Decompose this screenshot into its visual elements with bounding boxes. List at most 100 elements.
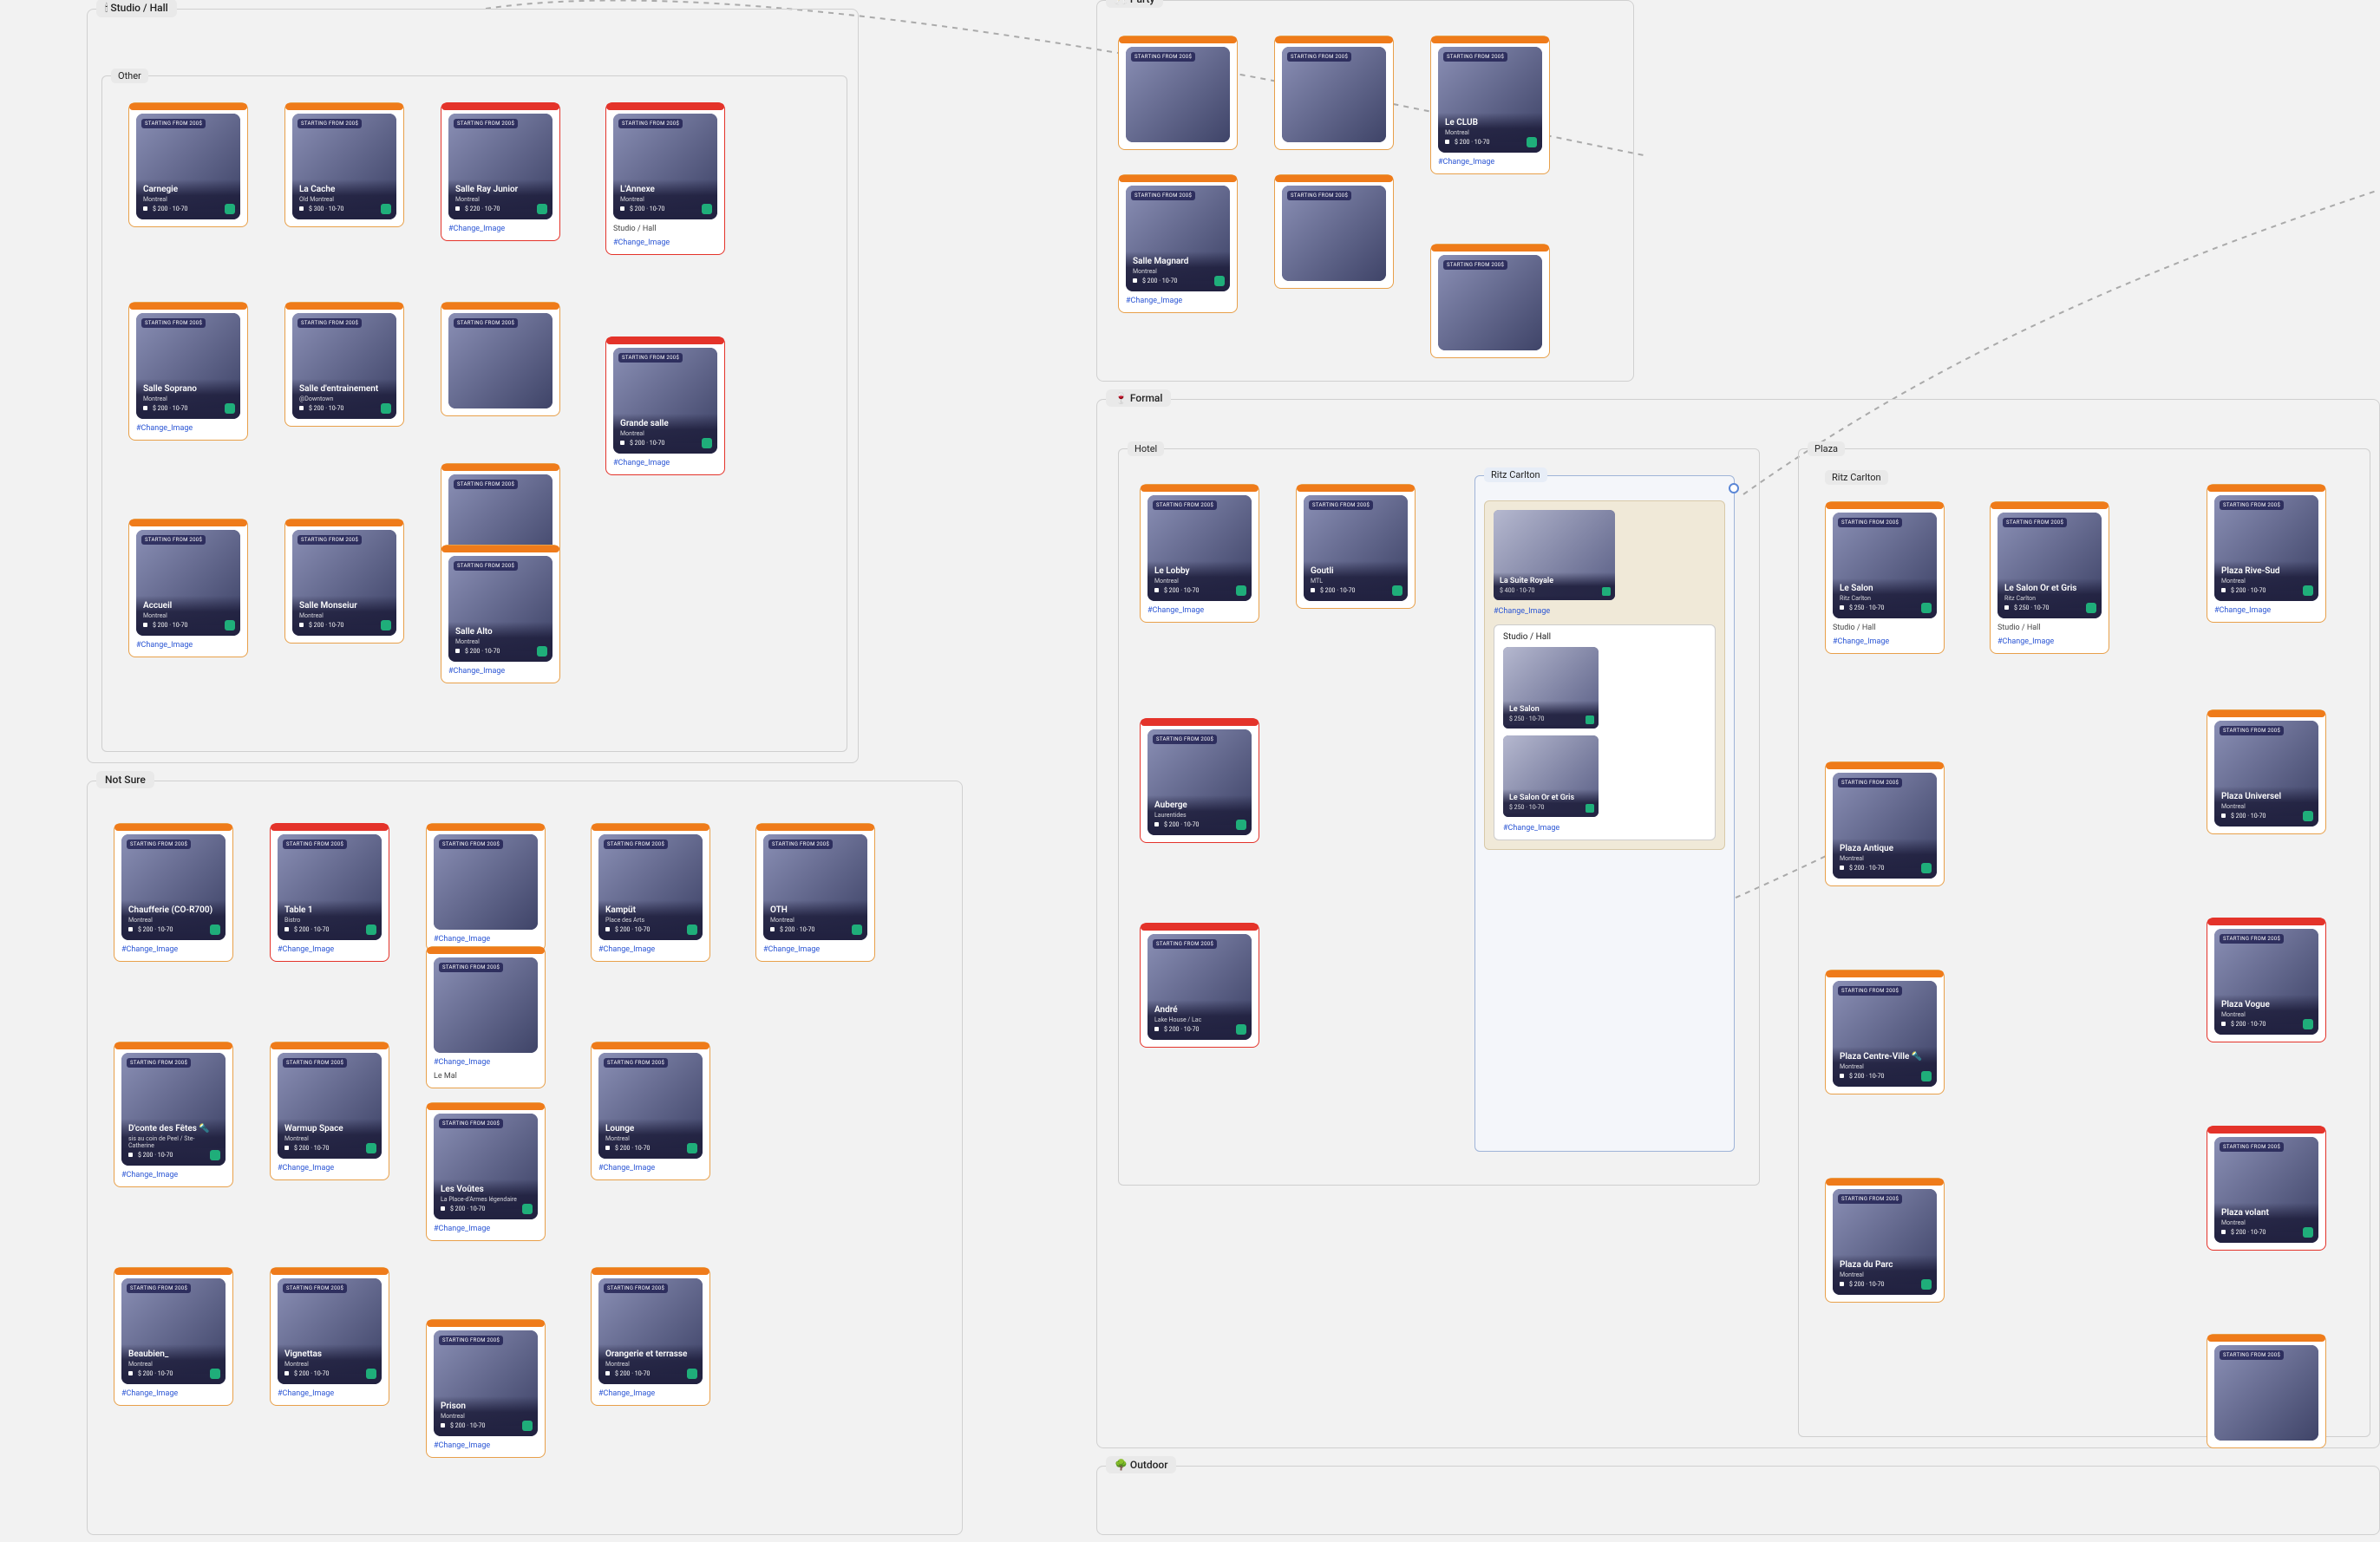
venue-card[interactable]: STARTING FROM 200$Salle MonseiurMontreal…	[292, 530, 396, 636]
venue-card[interactable]: STARTING FROM 200$	[1126, 47, 1230, 142]
venue-card-wrap[interactable]: STARTING FROM 200$Table 1Bistro$ 200 · 1…	[270, 823, 389, 962]
venue-card-wrap[interactable]: STARTING FROM 200$	[1274, 36, 1394, 150]
venue-card[interactable]: STARTING FROM 200$Plaza volantMontreal$ …	[2214, 1137, 2318, 1243]
venue-card-wrap[interactable]: STARTING FROM 200$Plaza du ParcMontreal$…	[1825, 1178, 1945, 1303]
venue-card[interactable]: STARTING FROM 200$	[434, 834, 538, 930]
change-image-link[interactable]: #Change_Image	[136, 641, 240, 650]
venue-card[interactable]: STARTING FROM 200$Les VoûtesLa Place-d'A…	[434, 1114, 538, 1219]
change-image-link[interactable]: #Change_Image	[2214, 606, 2318, 615]
change-image-link[interactable]: #Change_Image	[598, 945, 703, 954]
venue-card[interactable]: STARTING FROM 200$Salle SopranoMontreal$…	[136, 313, 240, 419]
venue-card[interactable]: STARTING FROM 200$	[448, 313, 552, 408]
venue-card-wrap[interactable]: STARTING FROM 200$La CacheOld Montreal$ …	[284, 102, 404, 227]
venue-card-wrap[interactable]: STARTING FROM 200$	[441, 302, 560, 416]
change-image-link[interactable]: #Change_Image	[1438, 158, 1542, 167]
venue-card-wrap[interactable]: STARTING FROM 200$Plaza Rive-SudMontreal…	[2207, 484, 2326, 623]
change-image-link[interactable]: #Change_Image	[1126, 297, 1230, 305]
venue-card-wrap[interactable]: STARTING FROM 200$PrisonMontreal$ 200 · …	[426, 1319, 546, 1458]
venue-card[interactable]: STARTING FROM 200$Salle MagnardMontreal$…	[1126, 186, 1230, 291]
venue-card-wrap[interactable]: STARTING FROM 200$Salle d'entrainement@D…	[284, 302, 404, 427]
venue-card[interactable]: STARTING FROM 200$Plaza Centre-Ville 🔦Mo…	[1833, 981, 1937, 1087]
venue-card[interactable]: STARTING FROM 200$	[1282, 47, 1386, 142]
venue-card[interactable]: STARTING FROM 200$Plaza VogueMontreal$ 2…	[2214, 929, 2318, 1035]
change-image-link[interactable]: #Change_Image	[434, 1058, 538, 1067]
venue-card-wrap[interactable]: STARTING FROM 200$L'AnnexeMontreal$ 200 …	[605, 102, 725, 255]
venue-card[interactable]: STARTING FROM 200$AubergeLaurentides$ 20…	[1148, 729, 1252, 835]
change-image-link[interactable]: #Change_Image	[613, 459, 717, 467]
venue-card-wrap[interactable]: STARTING FROM 200$AccueilMontreal$ 200 ·…	[128, 519, 248, 657]
room-card[interactable]: Le Salon Or et Gris$ 250 · 10-70	[1503, 735, 1599, 817]
change-image-link[interactable]: #Change_Image	[434, 935, 538, 944]
venue-card-wrap[interactable]: STARTING FROM 200$Grande salleMontreal$ …	[605, 336, 725, 475]
venue-card-wrap[interactable]: STARTING FROM 200$Plaza Centre-Ville 🔦Mo…	[1825, 970, 1945, 1094]
venue-card-wrap[interactable]: STARTING FROM 200$AndréLake House / Lac$…	[1140, 923, 1259, 1048]
venue-card[interactable]: STARTING FROM 200$Plaza UniverselMontrea…	[2214, 721, 2318, 827]
venue-card-wrap[interactable]: STARTING FROM 200$	[2207, 1334, 2326, 1448]
subsection-title[interactable]: Plaza	[1808, 441, 1845, 456]
venue-card-wrap[interactable]: STARTING FROM 200$Salle AltoMontreal$ 20…	[441, 545, 560, 683]
venue-card[interactable]: STARTING FROM 200$AccueilMontreal$ 200 ·…	[136, 530, 240, 636]
nested-ritz-frame[interactable]: Ritz CarltonLa Suite Royale$ 400 · 10-70…	[1474, 475, 1735, 1152]
change-image-link[interactable]: #Change_Image	[136, 424, 240, 433]
venue-card-wrap[interactable]: STARTING FROM 200$OTHMontreal$ 200 · 10-…	[755, 823, 875, 962]
venue-card[interactable]: STARTING FROM 200$	[2214, 1345, 2318, 1441]
venue-card-wrap[interactable]: STARTING FROM 200$Le SalonRitz Carlton$ …	[1825, 501, 1945, 654]
venue-card[interactable]: STARTING FROM 200$Salle d'entrainement@D…	[292, 313, 396, 419]
change-image-link[interactable]: #Change_Image	[613, 238, 717, 247]
change-image-link[interactable]: #Change_Image	[1148, 606, 1252, 615]
venue-card[interactable]: STARTING FROM 200$GoutliMTL$ 200 · 10-70	[1304, 495, 1408, 601]
venue-card-wrap[interactable]: STARTING FROM 200$CarnegieMontreal$ 200 …	[128, 102, 248, 227]
change-image-link[interactable]: #Change_Image	[278, 1164, 382, 1173]
venue-card[interactable]: STARTING FROM 200$Le LobbyMontreal$ 200 …	[1148, 495, 1252, 601]
room-card[interactable]: Le Salon$ 250 · 10-70	[1503, 647, 1599, 729]
change-image-link[interactable]: #Change_Image	[121, 1171, 226, 1179]
ritz-carlton-sublabel[interactable]: Ritz Carlton	[1825, 470, 1888, 485]
section-title[interactable]: 🥂 Party	[1106, 0, 1163, 8]
venue-card[interactable]: STARTING FROM 200$PrisonMontreal$ 200 · …	[434, 1330, 538, 1436]
venue-card-wrap[interactable]: STARTING FROM 200$#Change_ImageLe Mal	[426, 946, 546, 1088]
venue-card-wrap[interactable]: STARTING FROM 200$Salle SopranoMontreal$…	[128, 302, 248, 441]
change-image-link[interactable]: #Change_Image	[121, 1389, 226, 1398]
venue-card[interactable]: STARTING FROM 200$Le SalonRitz Carlton$ …	[1833, 513, 1937, 618]
venue-card-wrap[interactable]: STARTING FROM 200$Salle Ray JuniorMontre…	[441, 102, 560, 241]
venue-card-wrap[interactable]: STARTING FROM 200$Beaubien_Montreal$ 200…	[114, 1267, 233, 1406]
venue-card-wrap[interactable]: STARTING FROM 200$Plaza UniverselMontrea…	[2207, 709, 2326, 834]
venue-card-wrap[interactable]: STARTING FROM 200$Orangerie et terrasseM…	[591, 1267, 710, 1406]
subsection-title[interactable]: Hotel	[1128, 441, 1164, 456]
change-image-link[interactable]: #Change_Image	[598, 1389, 703, 1398]
venue-card-wrap[interactable]: STARTING FROM 200$Le Salon Or et GrisRit…	[1990, 501, 2109, 654]
venue-card[interactable]: STARTING FROM 200$Plaza Rive-SudMontreal…	[2214, 495, 2318, 601]
section-title[interactable]: Not Sure	[96, 771, 154, 788]
venue-card-wrap[interactable]: STARTING FROM 200$	[1274, 174, 1394, 289]
change-image-link[interactable]: #Change_Image	[434, 1225, 538, 1233]
venue-card-wrap[interactable]: STARTING FROM 200$Salle MonseiurMontreal…	[284, 519, 404, 644]
venue-card-wrap[interactable]: STARTING FROM 200$AubergeLaurentides$ 20…	[1140, 718, 1259, 843]
change-image-link[interactable]: #Change_Image	[1833, 637, 1937, 646]
venue-card[interactable]: STARTING FROM 200$Le CLUBMontreal$ 200 ·…	[1438, 47, 1542, 153]
suite-royale-card[interactable]: La Suite Royale$ 400 · 10-70	[1494, 510, 1615, 600]
venue-card-wrap[interactable]: STARTING FROM 200$LoungeMontreal$ 200 · …	[591, 1042, 710, 1180]
change-image-link[interactable]: #Change_Image	[448, 225, 552, 233]
section-title[interactable]: 🌳 Outdoor	[1106, 1456, 1176, 1473]
venue-card-wrap[interactable]: STARTING FROM 200$D'conte des Fêtes 🔦sis…	[114, 1042, 233, 1187]
venue-card[interactable]: STARTING FROM 200$	[1438, 255, 1542, 350]
change-image-link[interactable]: #Change_Image	[1494, 607, 1716, 616]
venue-card[interactable]: STARTING FROM 200$Plaza du ParcMontreal$…	[1833, 1189, 1937, 1295]
venue-card[interactable]: STARTING FROM 200$Le Salon Or et GrisRit…	[1998, 513, 2102, 618]
venue-card-wrap[interactable]: STARTING FROM 200$	[1118, 36, 1238, 150]
change-image-link[interactable]: #Change_Image	[278, 945, 382, 954]
venue-card-wrap[interactable]: STARTING FROM 200$Warmup SpaceMontreal$ …	[270, 1042, 389, 1180]
venue-card-wrap[interactable]: STARTING FROM 200$Salle MagnardMontreal$…	[1118, 174, 1238, 313]
venue-card[interactable]: STARTING FROM 200$OTHMontreal$ 200 · 10-…	[763, 834, 867, 940]
venue-card-wrap[interactable]: STARTING FROM 200$KampütPlace des Arts$ …	[591, 823, 710, 962]
venue-card-wrap[interactable]: STARTING FROM 200$GoutliMTL$ 200 · 10-70	[1296, 484, 1416, 609]
venue-card[interactable]: STARTING FROM 200$L'AnnexeMontreal$ 200 …	[613, 114, 717, 219]
venue-card-wrap[interactable]: STARTING FROM 200$	[1430, 244, 1550, 358]
nested-title[interactable]: Ritz Carlton	[1484, 467, 1547, 482]
section-title[interactable]: 🕯 Studio / Hall	[96, 0, 177, 17]
subsection-title[interactable]: Other	[111, 69, 148, 83]
venue-card[interactable]: STARTING FROM 200$	[434, 957, 538, 1053]
venue-card-wrap[interactable]: STARTING FROM 200$Plaza volantMontreal$ …	[2207, 1126, 2326, 1251]
venue-card[interactable]: STARTING FROM 200$Beaubien_Montreal$ 200…	[121, 1278, 226, 1384]
venue-card[interactable]: STARTING FROM 200$Chaufferie (CO-R700)Mo…	[121, 834, 226, 940]
